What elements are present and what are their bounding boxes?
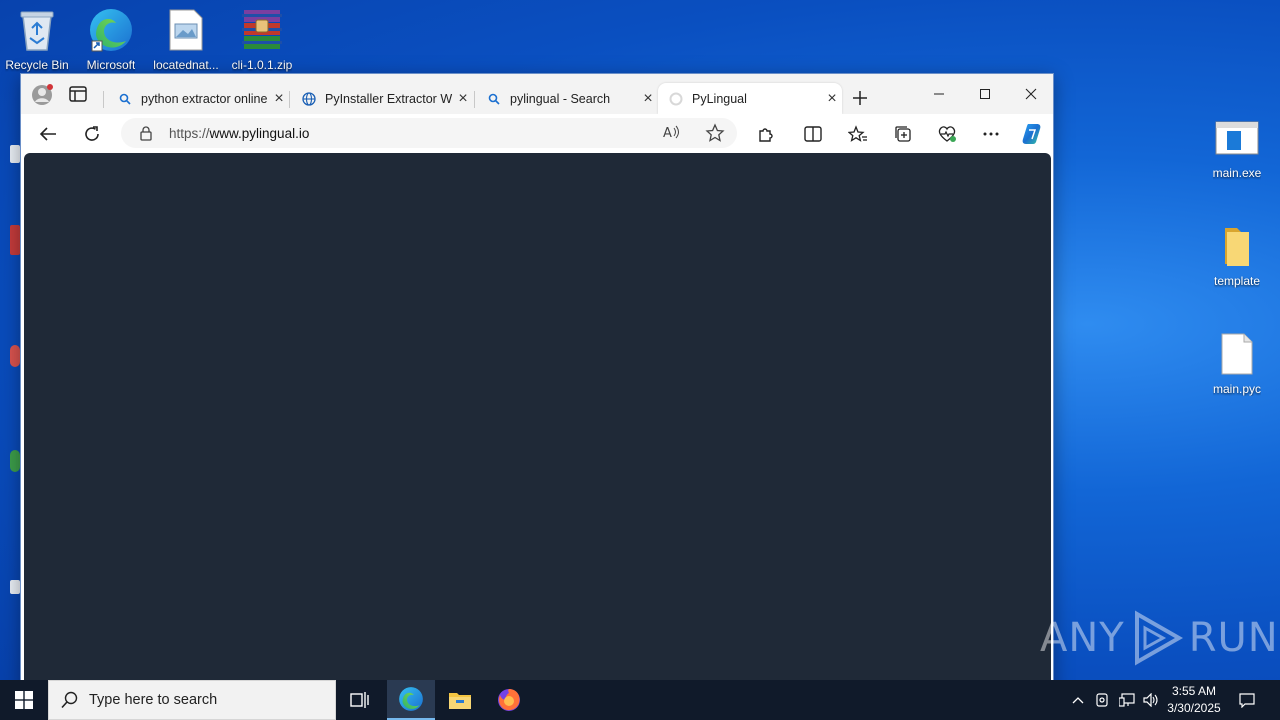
tab-title: PyLingual: [692, 91, 747, 106]
url-host: www.pylingual.io: [209, 125, 310, 141]
search-icon: [117, 91, 133, 107]
notification-center-button[interactable]: [1234, 680, 1260, 720]
clock-date: 3/30/2025: [1167, 701, 1221, 715]
watermark-text-right: RUN: [1188, 615, 1279, 661]
tab-python-extractor[interactable]: python extractor online ×: [107, 83, 289, 114]
show-hidden-icons-button[interactable]: [1068, 680, 1088, 720]
close-tab-icon[interactable]: ×: [822, 89, 842, 109]
navigation-bar: https://www.pylingual.io A: [21, 114, 1053, 152]
notification-icon: [1239, 693, 1255, 708]
lock-icon[interactable]: [139, 125, 155, 141]
page-content-area[interactable]: [24, 153, 1051, 720]
desktop-icon-label: Microsoft: [86, 58, 136, 72]
watermark-text-left: ANY: [1040, 615, 1125, 661]
close-tab-icon[interactable]: ×: [269, 89, 289, 109]
profile-avatar-icon[interactable]: [31, 84, 53, 106]
browser-window: python extractor online × PyInstaller Ex…: [20, 73, 1054, 720]
blank-file-icon: [1213, 330, 1261, 378]
taskbar: Type here to search 3:55 AM 3/30/2025: [0, 680, 1280, 720]
desktop-icon-main-exe[interactable]: main.exe: [1199, 114, 1275, 180]
browser-essentials-icon[interactable]: [934, 121, 960, 147]
close-tab-icon[interactable]: ×: [638, 89, 658, 109]
tab-pyinstaller-extractor[interactable]: PyInstaller Extractor WEB ×: [291, 83, 473, 114]
edge-icon: [87, 6, 135, 54]
tab-separator: [289, 91, 290, 108]
desktop-icon-image-file[interactable]: locatednat...: [148, 6, 224, 72]
task-view-icon: [350, 692, 369, 708]
desktop-icon-recycle-bin[interactable]: Recycle Bin: [0, 6, 75, 72]
more-options-icon[interactable]: [978, 121, 1004, 147]
clock-time: 3:55 AM: [1171, 684, 1217, 698]
favorites-icon[interactable]: [845, 121, 871, 147]
globe-icon: [301, 91, 317, 107]
back-button[interactable]: [35, 121, 61, 147]
search-icon: [486, 91, 502, 107]
address-bar[interactable]: https://www.pylingual.io A: [121, 118, 737, 148]
task-view-button[interactable]: [340, 680, 380, 720]
tab-pylingual-search[interactable]: pylingual - Search ×: [476, 83, 658, 114]
image-file-icon: [162, 6, 210, 54]
new-tab-button[interactable]: [847, 86, 873, 110]
desktop-icon-label: cli-1.0.1.zip: [231, 58, 293, 72]
url-text[interactable]: https://www.pylingual.io: [169, 126, 737, 141]
volume-icon: [1143, 693, 1158, 707]
desktop-icon-label: template: [1213, 274, 1261, 288]
copilot-icon[interactable]: [1019, 121, 1045, 147]
network-icon: [1119, 693, 1135, 707]
folder-icon: [1213, 222, 1261, 270]
tab-title: python extractor online: [141, 91, 268, 106]
tab-separator: [474, 91, 475, 108]
tab-bar: python extractor online × PyInstaller Ex…: [21, 74, 1053, 114]
tab-actions-icon[interactable]: [69, 86, 89, 104]
network-button[interactable]: [1116, 680, 1138, 720]
winrar-archive-icon: [238, 6, 286, 54]
tab-title: pylingual - Search: [510, 91, 611, 106]
search-placeholder: Type here to search: [89, 692, 218, 708]
close-window-button[interactable]: [1008, 80, 1054, 108]
tab-separator: [103, 91, 104, 108]
read-aloud-icon[interactable]: A: [663, 124, 681, 143]
anyrun-watermark: ANY RUN: [1040, 608, 1279, 668]
desktop-icon-label: locatednat...: [153, 58, 219, 72]
file-explorer-icon: [449, 693, 471, 709]
exe-file-icon: [1213, 114, 1261, 162]
recycle-bin-icon: [13, 6, 61, 54]
svg-text:A: A: [663, 126, 672, 140]
collections-icon[interactable]: [890, 121, 916, 147]
hidden-desktop-icon-strip: [10, 140, 20, 620]
taskbar-search-input[interactable]: Type here to search: [48, 680, 336, 720]
split-screen-icon[interactable]: [800, 121, 826, 147]
desktop-icon-label: Recycle Bin: [5, 58, 69, 72]
edge-icon: [399, 687, 423, 711]
volume-button[interactable]: [1140, 680, 1162, 720]
close-tab-icon[interactable]: ×: [453, 89, 473, 109]
taskbar-clock[interactable]: 3:55 AM 3/30/2025: [1162, 683, 1226, 717]
tab-pylingual-active[interactable]: PyLingual ×: [658, 83, 842, 114]
extensions-icon[interactable]: [753, 121, 779, 147]
start-button[interactable]: [0, 680, 48, 720]
desktop-icon-label: main.pyc: [1212, 382, 1262, 396]
desktop-icon-main-pyc[interactable]: main.pyc: [1199, 330, 1275, 396]
device-icon: [1096, 693, 1108, 707]
minimize-button[interactable]: [916, 80, 962, 108]
taskbar-firefox-button[interactable]: [485, 680, 533, 720]
tray-device-icon-button[interactable]: [1092, 680, 1112, 720]
tab-title: PyInstaller Extractor WEB: [325, 91, 453, 106]
refresh-button[interactable]: [79, 121, 105, 147]
maximize-button[interactable]: [962, 80, 1008, 108]
taskbar-file-explorer-button[interactable]: [436, 680, 484, 720]
taskbar-edge-button[interactable]: [387, 680, 435, 720]
desktop-icon-template-folder[interactable]: template: [1199, 222, 1275, 288]
windows-logo-icon: [15, 691, 33, 709]
url-scheme: https://: [169, 125, 210, 141]
search-icon: [61, 691, 79, 709]
loading-icon: [668, 91, 684, 107]
chevron-up-icon: [1072, 697, 1084, 704]
desktop-icon-edge[interactable]: Microsoft: [73, 6, 149, 72]
desktop-icon-label: main.exe: [1212, 166, 1262, 180]
favorite-star-icon[interactable]: [705, 123, 725, 143]
play-logo-icon: [1134, 610, 1183, 666]
firefox-icon: [498, 689, 520, 711]
desktop-icon-zip-archive[interactable]: cli-1.0.1.zip: [224, 6, 300, 72]
